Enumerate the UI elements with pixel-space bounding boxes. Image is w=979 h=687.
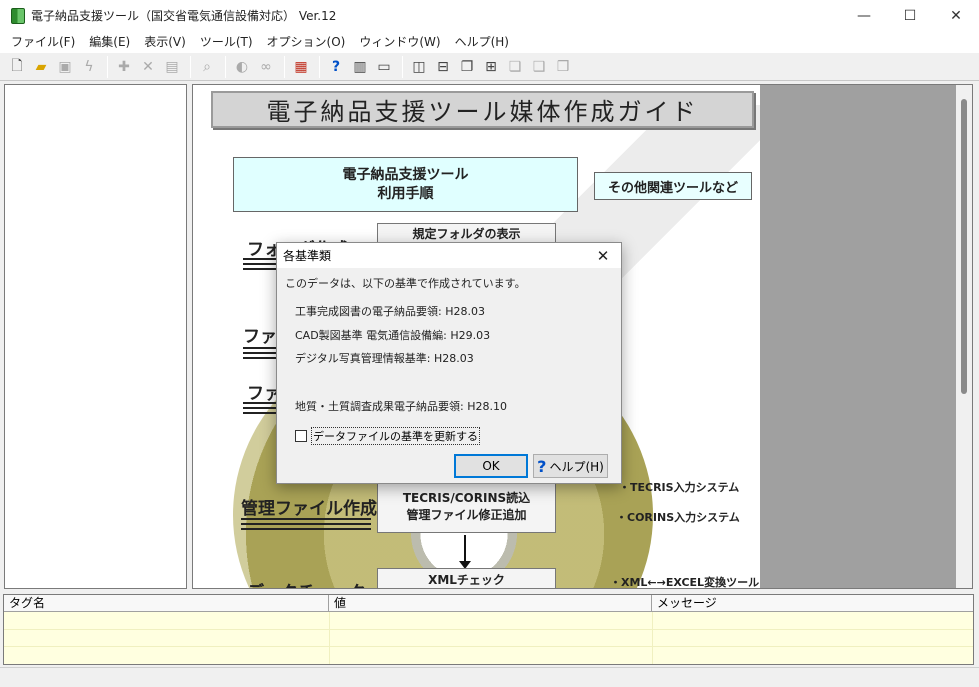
help-question-icon: ? bbox=[537, 456, 547, 476]
layout-tile-icon[interactable]: ❏ bbox=[504, 56, 526, 78]
step-check-label: データチェック bbox=[247, 578, 366, 588]
new-icon[interactable]: 🗋 bbox=[6, 56, 28, 78]
toolbar-separator bbox=[319, 55, 320, 78]
save-icon[interactable]: ▣ bbox=[54, 56, 76, 78]
menu-edit[interactable]: 編集(E) bbox=[82, 33, 137, 50]
menu-file[interactable]: ファイル(F) bbox=[4, 33, 82, 50]
message-grid: タグ名 値 メッセージ bbox=[3, 594, 974, 665]
card-icon[interactable]: ▭ bbox=[373, 56, 395, 78]
note-xml-excel[interactable]: ・XML←→EXCEL変換ツール bbox=[610, 574, 759, 588]
app-book-icon bbox=[11, 7, 25, 24]
toolbar-separator bbox=[190, 55, 191, 78]
standard-photo: デジタル写真管理情報基準: H28.03 bbox=[295, 352, 474, 365]
step-lines bbox=[241, 518, 371, 530]
layout-float-icon[interactable]: ❑ bbox=[528, 56, 550, 78]
properties-icon[interactable]: ▤ bbox=[161, 56, 183, 78]
color-icon[interactable]: ▦ bbox=[290, 56, 312, 78]
preview-icon[interactable]: ⌕ bbox=[196, 56, 218, 78]
help-button-label: ヘルプ(H) bbox=[549, 459, 604, 474]
add-icon[interactable]: ✚ bbox=[113, 56, 135, 78]
stamp-icon[interactable]: ◐ bbox=[231, 56, 253, 78]
vertical-scrollbar[interactable] bbox=[956, 85, 972, 588]
step-file-label: ファ bbox=[243, 327, 277, 347]
status-bar bbox=[0, 667, 979, 687]
column-header-message[interactable]: メッセージ bbox=[652, 595, 973, 612]
open-icon[interactable]: ▰ bbox=[30, 56, 52, 78]
procedure-box[interactable]: 電子納品支援ツール 利用手順 bbox=[233, 157, 578, 212]
procedure-line2: 利用手順 bbox=[377, 186, 434, 202]
manage-box-line1: TECRIS/CORINS読込 bbox=[402, 491, 531, 505]
help-button[interactable]: ? ヘルプ(H) bbox=[533, 454, 608, 478]
menu-help[interactable]: ヘルプ(H) bbox=[448, 33, 516, 50]
window-title: 電子納品支援ツール（国交省電気通信設備対応） Ver.12 bbox=[31, 9, 337, 23]
toolbar: 🗋 ▰ ▣ ϟ ✚ ✕ ▤ ⌕ ◐ ∞ ▦ ? ▥ ▭ ◫ ⊟ ❐ ⊞ ❏ ❑ … bbox=[0, 52, 979, 81]
close-button[interactable]: ✕ bbox=[933, 0, 979, 31]
layout-split-icon[interactable]: ◫ bbox=[408, 56, 430, 78]
column-header-value[interactable]: 値 bbox=[329, 595, 652, 612]
toolbar-separator bbox=[284, 55, 285, 78]
toolbar-separator bbox=[107, 55, 108, 78]
tree-pane[interactable] bbox=[4, 84, 187, 589]
dialog-titlebar: 各基準類 ✕ bbox=[277, 243, 621, 268]
empty-area bbox=[760, 85, 956, 588]
title-bar: 電子納品支援ツール（国交省電気通信設備対応） Ver.12 — ☐ ✕ bbox=[0, 0, 979, 31]
update-standards-label[interactable]: データファイルの基準を更新する bbox=[311, 427, 480, 445]
dialog-close-icon[interactable]: ✕ bbox=[593, 246, 613, 266]
dialog-intro: このデータは、以下の基準で作成されています。 bbox=[285, 277, 526, 290]
ok-button[interactable]: OK bbox=[454, 454, 528, 478]
table-row bbox=[4, 646, 973, 647]
maximize-button[interactable]: ☐ bbox=[887, 0, 933, 31]
menu-options[interactable]: オプション(O) bbox=[260, 33, 353, 50]
standard-geology: 地質・土質調査成果電子納品要領: H28.10 bbox=[295, 400, 507, 413]
guide-title: 電子納品支援ツール媒体作成ガイド bbox=[211, 91, 754, 128]
standard-cad: CAD製図基準 電気通信設備編: H29.03 bbox=[295, 329, 491, 342]
scrollbar-thumb[interactable] bbox=[961, 99, 967, 394]
other-tools-box[interactable]: その他関連ツールなど bbox=[594, 172, 752, 200]
step-manage-label: 管理ファイル作成 bbox=[241, 499, 377, 519]
menu-tools[interactable]: ツール(T) bbox=[193, 33, 260, 50]
lightning-icon[interactable]: ϟ bbox=[78, 56, 100, 78]
dialog-title: 各基準類 bbox=[283, 249, 332, 263]
manage-box-line2: 管理ファイル修正追加 bbox=[406, 508, 527, 522]
standards-dialog: 各基準類 ✕ このデータは、以下の基準で作成されています。 工事完成図書の電子納… bbox=[276, 242, 622, 484]
update-standards-checkbox[interactable] bbox=[295, 430, 307, 442]
minimize-button[interactable]: — bbox=[841, 0, 887, 31]
binoculars-icon[interactable]: ∞ bbox=[255, 56, 277, 78]
menu-window[interactable]: ウィンドウ(W) bbox=[352, 33, 447, 50]
column-header-tag[interactable]: タグ名 bbox=[4, 595, 329, 612]
layout-horizontal-icon[interactable]: ⊟ bbox=[432, 56, 454, 78]
xml-check-box[interactable]: XMLチェック bbox=[377, 568, 556, 588]
layout-stack-icon[interactable]: ❒ bbox=[552, 56, 574, 78]
note-corins[interactable]: ・CORINS入力システム bbox=[616, 509, 740, 525]
delete-icon[interactable]: ✕ bbox=[137, 56, 159, 78]
menu-view[interactable]: 表示(V) bbox=[137, 33, 193, 50]
down-arrow bbox=[459, 535, 471, 569]
grid-divider bbox=[652, 612, 653, 664]
layout-grid-icon[interactable]: ⊞ bbox=[480, 56, 502, 78]
table-row bbox=[4, 629, 973, 630]
grid-divider bbox=[329, 612, 330, 664]
book-icon[interactable]: ▥ bbox=[349, 56, 371, 78]
toolbar-separator bbox=[225, 55, 226, 78]
standard-construction: 工事完成図書の電子納品要領: H28.03 bbox=[295, 305, 485, 318]
layout-cascade-icon[interactable]: ❐ bbox=[456, 56, 478, 78]
toolbar-separator bbox=[402, 55, 403, 78]
manage-file-box[interactable]: TECRIS/CORINS読込 管理ファイル修正追加 bbox=[377, 483, 556, 533]
menu-bar: ファイル(F) 編集(E) 表示(V) ツール(T) オプション(O) ウィンド… bbox=[0, 31, 979, 52]
help-icon[interactable]: ? bbox=[325, 56, 347, 78]
note-tecris[interactable]: ・TECRIS入力システム bbox=[619, 479, 739, 495]
procedure-line1: 電子納品支援ツール bbox=[342, 167, 469, 183]
update-standards-option[interactable]: データファイルの基準を更新する bbox=[295, 427, 480, 445]
